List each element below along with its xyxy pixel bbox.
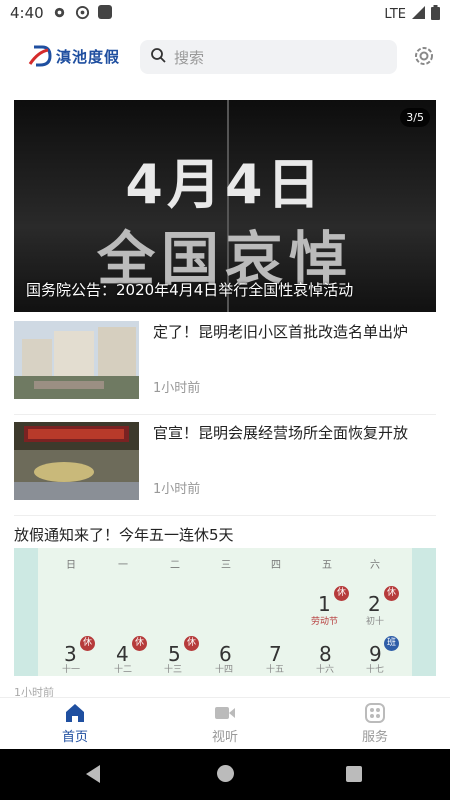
weekday-label: 日 bbox=[66, 560, 76, 571]
services-icon bbox=[364, 702, 386, 724]
rest-badge: 休 bbox=[80, 636, 95, 651]
logo-mark-icon bbox=[28, 44, 52, 68]
app-header: 滇池度假 搜索 bbox=[0, 26, 450, 88]
banner-caption: 国务院公告：2020年4月4日举行全国性哀悼活动 bbox=[26, 281, 354, 299]
recents-icon[interactable] bbox=[346, 766, 362, 782]
weekday-label: 一 bbox=[118, 560, 128, 571]
news-thumbnail bbox=[14, 321, 139, 399]
network-type: LTE bbox=[384, 7, 406, 22]
lunar-label: 十七 bbox=[366, 665, 385, 675]
rest-badge: 休 bbox=[384, 586, 399, 601]
news-title: 定了！昆明老旧小区首批改造名单出炉 bbox=[153, 323, 409, 341]
back-icon[interactable] bbox=[86, 765, 100, 783]
rest-badge: 休 bbox=[184, 636, 199, 651]
gear-icon[interactable] bbox=[412, 44, 436, 68]
news-item[interactable]: 官宣！昆明会展经营场所全面恢复开放 1小时前 bbox=[14, 416, 436, 516]
signal-icon bbox=[412, 6, 425, 23]
weekday-label: 二 bbox=[170, 560, 180, 571]
weekday-label: 六 bbox=[370, 560, 380, 571]
calendar-day: 2 bbox=[368, 592, 381, 616]
logo-text: 滇池度假 bbox=[56, 47, 121, 66]
rest-badge: 休 bbox=[132, 636, 147, 651]
tab-label: 服务 bbox=[361, 730, 388, 745]
news-time: 1小时前 bbox=[153, 482, 201, 497]
tab-label: 视听 bbox=[211, 730, 238, 745]
sdcard-status-icon bbox=[98, 5, 112, 19]
video-icon bbox=[214, 702, 236, 724]
calendar-edge-right bbox=[412, 548, 436, 676]
lunar-label: 十六 bbox=[316, 665, 335, 675]
sync-status-icon bbox=[75, 5, 90, 24]
holiday-calendar-image[interactable]: 日 一 二 三 四 五 六 1 休 劳动节 2 休 初十 3 休 十一 4 休 … bbox=[14, 548, 436, 676]
holiday-news-title[interactable]: 放假通知来了！今年五一连休5天 bbox=[14, 524, 234, 545]
banner-pager: 3/5 bbox=[400, 108, 430, 127]
calendar-edge-left bbox=[14, 548, 38, 676]
battery-icon bbox=[431, 5, 440, 24]
tab-video[interactable]: 视听 bbox=[195, 702, 255, 745]
tab-services[interactable]: 服务 bbox=[345, 702, 405, 745]
weekday-label: 四 bbox=[271, 560, 281, 571]
lunar-label: 劳动节 bbox=[311, 617, 339, 627]
banner-headline-date: 4月4日 bbox=[125, 153, 325, 216]
news-item[interactable]: 定了！昆明老旧小区首批改造名单出炉 1小时前 bbox=[14, 315, 436, 415]
tab-home[interactable]: 首页 bbox=[45, 702, 105, 745]
search-bar[interactable]: 搜索 bbox=[140, 40, 397, 74]
news-title: 官宣！昆明会展经营场所全面恢复开放 bbox=[153, 424, 409, 442]
news-time: 1小时前 bbox=[153, 381, 201, 396]
system-nav-bar bbox=[0, 749, 450, 800]
calendar-day: 1 bbox=[318, 592, 331, 616]
rest-badge: 休 bbox=[334, 586, 349, 601]
featured-banner[interactable]: 4月4日 全国哀悼 国务院公告：2020年4月4日举行全国性哀悼活动 3/5 bbox=[14, 100, 436, 312]
status-time: 4:40 bbox=[10, 4, 44, 22]
lunar-label: 十三 bbox=[164, 665, 183, 675]
lunar-label: 十四 bbox=[215, 665, 234, 675]
lunar-label: 十五 bbox=[266, 665, 285, 675]
lunar-label: 十二 bbox=[114, 665, 133, 675]
tab-label: 首页 bbox=[61, 730, 88, 745]
work-badge: 班 bbox=[384, 636, 399, 651]
search-placeholder: 搜索 bbox=[174, 48, 205, 67]
home-circle-icon[interactable] bbox=[217, 765, 234, 782]
home-icon bbox=[64, 702, 86, 724]
bottom-tab-bar: 首页 视听 服务 bbox=[0, 697, 450, 749]
news-thumbnail bbox=[14, 422, 139, 500]
lunar-label: 十一 bbox=[62, 665, 81, 675]
settings-status-icon bbox=[52, 5, 67, 24]
status-bar: 4:40 LTE bbox=[0, 0, 450, 26]
app-logo[interactable]: 滇池度假 bbox=[28, 44, 120, 68]
weekday-label: 三 bbox=[221, 560, 231, 571]
search-icon bbox=[150, 47, 166, 67]
weekday-label: 五 bbox=[322, 560, 332, 571]
lunar-label: 初十 bbox=[366, 617, 385, 627]
